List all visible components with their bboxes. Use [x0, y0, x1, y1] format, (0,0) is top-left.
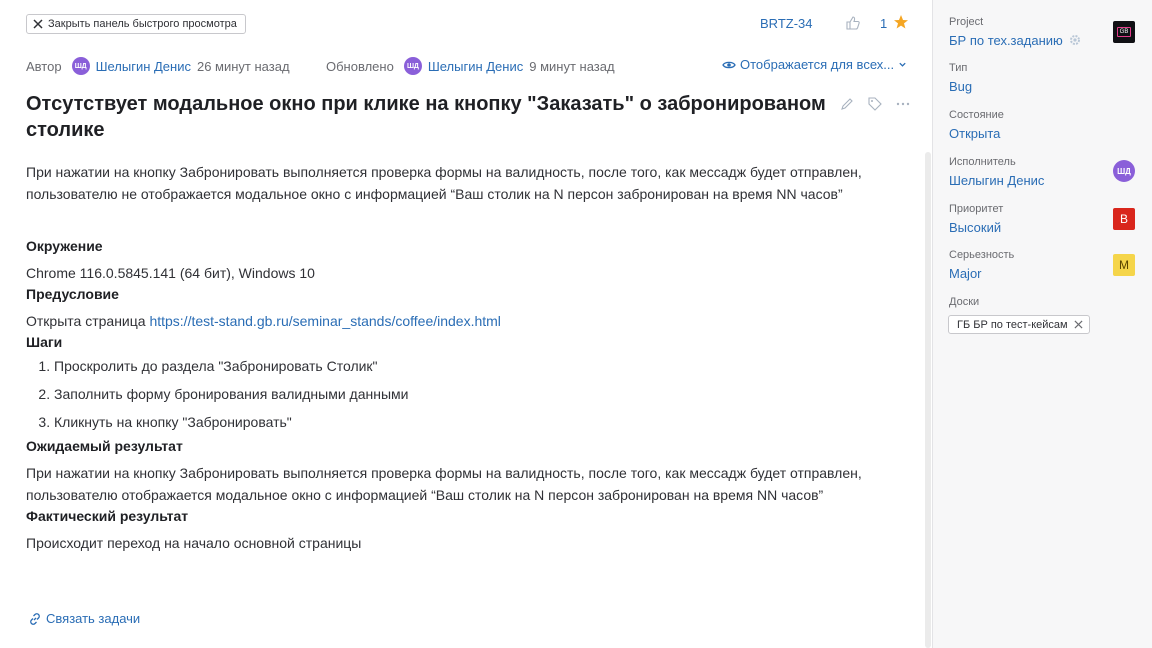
field-label: Состояние [949, 109, 1004, 121]
board-chip-label[interactable]: ГБ БР по тест-кейсам [957, 319, 1068, 331]
visibility-dropdown[interactable]: Отображается для всех... [722, 57, 907, 72]
field-type: Тип Bug [949, 61, 1139, 96]
status-value[interactable]: Открыта [949, 125, 1139, 143]
precondition-label: Открыта страница [26, 313, 146, 329]
close-icon [33, 19, 43, 29]
author-meta: Автор ШД Шелыгин Денис 26 минут назад [26, 57, 290, 75]
link-tasks-label: Связать задачи [46, 611, 141, 626]
title-actions [839, 96, 911, 112]
env-text: Chrome 116.0.5845.141 (64 бит), Windows … [26, 265, 315, 281]
avatar[interactable]: ШД [71, 57, 90, 75]
actual-text: Происходит переход на начало основной ст… [26, 535, 362, 551]
updated-label: Обновлено [326, 58, 394, 74]
pencil-icon[interactable] [839, 96, 855, 112]
precondition-text: Открыта страница https://test-stand.gb.r… [26, 310, 916, 332]
like-count: 1 [880, 16, 888, 31]
issue-title[interactable]: Отсутствует модальное окно при клике на … [26, 91, 826, 143]
eye-icon [722, 61, 736, 68]
more-icon[interactable] [895, 96, 911, 112]
precondition-link[interactable]: https://test-stand.gb.ru/seminar_stands/… [149, 313, 500, 329]
field-label: Доски [949, 296, 980, 308]
severity-value[interactable]: Major [949, 265, 1139, 283]
close-icon[interactable] [1074, 320, 1083, 329]
list-item: Проскролить до раздела "Забронировать Ст… [54, 352, 916, 380]
board-chip[interactable]: ГБ БР по тест-кейсам [948, 315, 1090, 334]
updated-meta: Обновлено ШД Шелыгин Денис 9 минут назад [326, 57, 615, 75]
steps-list: Проскролить до раздела "Забронировать Ст… [26, 352, 916, 436]
created-time: 26 минут назад [196, 58, 290, 74]
field-boards: Доски [949, 295, 1139, 309]
avatar[interactable]: ШД [403, 57, 422, 75]
close-quick-view-label: Закрыть панель быстрого просмотра [48, 18, 237, 30]
field-label: Project [949, 16, 984, 28]
field-assignee: Исполнитель Шелыгин Денис [949, 155, 1139, 190]
field-project: Project БР по тех.заданию [949, 15, 1139, 50]
expected-text: При нажатии на кнопку Забронировать выпо… [26, 465, 862, 503]
issue-key-link[interactable]: BRTZ-34 [760, 16, 813, 31]
star-icon[interactable] [893, 14, 909, 30]
list-item: Заполнить форму бронирования валидными д… [54, 380, 916, 408]
steps-heading: Шаги [26, 334, 63, 350]
avatar[interactable]: ШД [1113, 160, 1135, 182]
precondition-heading: Предусловие [26, 286, 119, 302]
gear-icon[interactable] [1069, 34, 1081, 46]
updated-time: 9 минут назад [529, 58, 615, 74]
project-logo-text: GB [1117, 27, 1131, 37]
issue-description: При нажатии на кнопку Забронировать выпо… [26, 161, 916, 554]
field-label: Приоритет [949, 203, 1004, 215]
updater-name-link[interactable]: Шелыгин Денис [428, 59, 523, 74]
field-priority: Приоритет Высокий [949, 202, 1139, 237]
field-label: Тип [949, 62, 968, 74]
project-logo: GB [1113, 21, 1135, 43]
issue-main-panel: Закрыть панель быстрого просмотра BRTZ-3… [0, 0, 932, 648]
author-label: Автор [26, 58, 62, 74]
assignee-value[interactable]: Шелыгин Денис [949, 172, 1139, 190]
scrollbar[interactable] [925, 152, 931, 648]
link-icon [30, 612, 40, 625]
close-quick-view-button[interactable]: Закрыть панель быстрого просмотра [26, 14, 246, 34]
thumbs-up-icon[interactable] [845, 15, 861, 31]
expected-heading: Ожидаемый результат [26, 438, 183, 454]
priority-value[interactable]: Высокий [949, 219, 1139, 237]
field-status: Состояние Открыта [949, 108, 1139, 143]
severity-badge[interactable]: M [1113, 254, 1135, 276]
tag-icon[interactable] [867, 96, 883, 112]
project-name[interactable]: БР по тех.заданию [949, 33, 1063, 48]
priority-badge[interactable]: В [1113, 208, 1135, 230]
link-tasks-button[interactable]: Связать задачи [28, 611, 140, 626]
field-severity: Серьезность Major [949, 248, 1139, 283]
author-name-link[interactable]: Шелыгин Денис [96, 59, 191, 74]
list-item: Кликнуть на кнопку "Забронировать" [54, 408, 916, 436]
field-label: Исполнитель [949, 156, 1016, 168]
type-value[interactable]: Bug [949, 78, 1139, 96]
description-text: При нажатии на кнопку Забронировать выпо… [26, 164, 862, 202]
field-label: Серьезность [949, 249, 1015, 261]
chevron-down-icon [899, 62, 906, 67]
actual-heading: Фактический результат [26, 508, 189, 524]
visibility-label: Отображается для всех... [740, 57, 895, 72]
project-value[interactable]: БР по тех.заданию [949, 32, 1139, 50]
env-heading: Окружение [26, 238, 103, 254]
